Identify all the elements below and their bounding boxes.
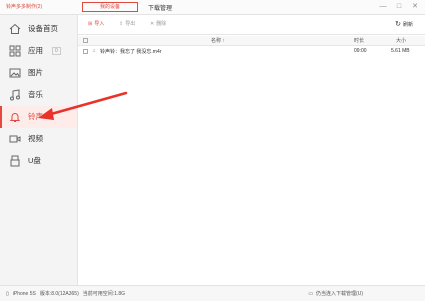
- row-checkbox[interactable]: [83, 49, 88, 54]
- image-icon: [9, 68, 21, 78]
- available-space: 当前可用空间:1.8G: [82, 291, 125, 297]
- status-bar: ▯ iPhone 5S 版本:8.0(12A365) 当前可用空间:1.8G ▭…: [0, 285, 425, 301]
- device-version: 版本:8.0(12A365): [39, 291, 79, 297]
- file-size: 5.61 MB: [391, 48, 410, 54]
- table-row[interactable]: ♫ 铃声铃：我忘了 我没忘.m4r 09:00 5.61 MB: [78, 46, 425, 57]
- phone-icon: ▯: [6, 290, 9, 297]
- usb-icon: [10, 155, 20, 167]
- column-header-duration[interactable]: 时长: [354, 37, 364, 44]
- select-all-checkbox[interactable]: [83, 38, 88, 43]
- sidebar: 设备首页 应用 0 图片 音乐 铃声 视频 U盘: [0, 15, 78, 285]
- refresh-button[interactable]: ↻ 刷新: [395, 20, 413, 28]
- sidebar-item-apps[interactable]: 应用 0: [0, 40, 77, 62]
- sidebar-item-label: 铃声: [28, 112, 43, 121]
- delete-icon: ✕: [150, 20, 155, 27]
- sidebar-item-label: 设备首页: [28, 24, 58, 33]
- auto-open-icon[interactable]: ▭: [308, 291, 313, 297]
- column-header-name[interactable]: 名称 ↑: [211, 37, 225, 44]
- import-button[interactable]: ⊞ 导入: [88, 20, 105, 28]
- ringtone-file-icon: ♫: [92, 48, 96, 54]
- sidebar-item-label: 图片: [28, 68, 43, 77]
- export-label: 导出: [125, 21, 136, 27]
- maximize-icon[interactable]: □: [393, 2, 405, 12]
- sidebar-item-label: 视频: [28, 134, 43, 143]
- sidebar-item-usb[interactable]: U盘: [0, 150, 77, 172]
- sidebar-item-ringtones[interactable]: 铃声: [0, 106, 77, 128]
- sidebar-item-music[interactable]: 音乐: [0, 84, 77, 106]
- home-icon: [9, 23, 21, 34]
- auto-open-download-link[interactable]: 仍当连入下载管理(U): [316, 290, 363, 297]
- app-name: 铃声多多制作(2): [6, 4, 43, 10]
- table-header: 名称 ↑ 时长 大小: [78, 36, 425, 46]
- tab-download-manager[interactable]: 下载管理: [148, 3, 172, 12]
- sidebar-item-label: U盘: [28, 156, 41, 165]
- import-icon: ⊞: [88, 20, 93, 27]
- title-bar: 铃声多多制作(2) 我的设备 下载管理 — □ ✕: [0, 0, 425, 15]
- sidebar-item-device-home[interactable]: 设备首页: [0, 18, 77, 40]
- device-name: iPhone 5S: [12, 290, 36, 297]
- import-label: 导入: [94, 21, 105, 27]
- sidebar-item-label: 音乐: [28, 90, 43, 99]
- toolbar: ⊞ 导入 ⇪ 导出 ✕ 删除 ↻ 刷新: [78, 15, 425, 35]
- export-icon: ⇪: [119, 20, 124, 27]
- export-button[interactable]: ⇪ 导出: [119, 20, 136, 28]
- refresh-label: 刷新: [402, 21, 413, 28]
- music-icon: [10, 89, 20, 101]
- refresh-icon: ↻: [395, 21, 401, 28]
- tab-my-device[interactable]: 我的设备: [82, 2, 138, 12]
- file-duration: 09:00: [354, 48, 367, 54]
- apps-count-badge: 0: [52, 47, 61, 55]
- sidebar-item-label: 应用: [28, 46, 43, 55]
- minimize-icon[interactable]: —: [377, 2, 389, 12]
- sidebar-item-pictures[interactable]: 图片: [0, 62, 77, 84]
- grid-icon: [9, 45, 21, 57]
- delete-button[interactable]: ✕ 删除: [150, 20, 167, 28]
- bell-icon: [9, 113, 21, 122]
- close-icon[interactable]: ✕: [409, 2, 421, 12]
- delete-label: 删除: [156, 21, 167, 27]
- sidebar-item-videos[interactable]: 视频: [0, 128, 77, 150]
- video-icon: [9, 135, 21, 143]
- file-name: 铃声铃：我忘了 我没忘.m4r: [100, 49, 162, 55]
- column-header-size[interactable]: 大小: [396, 37, 406, 44]
- sort-arrow-icon: ↑: [222, 38, 225, 44]
